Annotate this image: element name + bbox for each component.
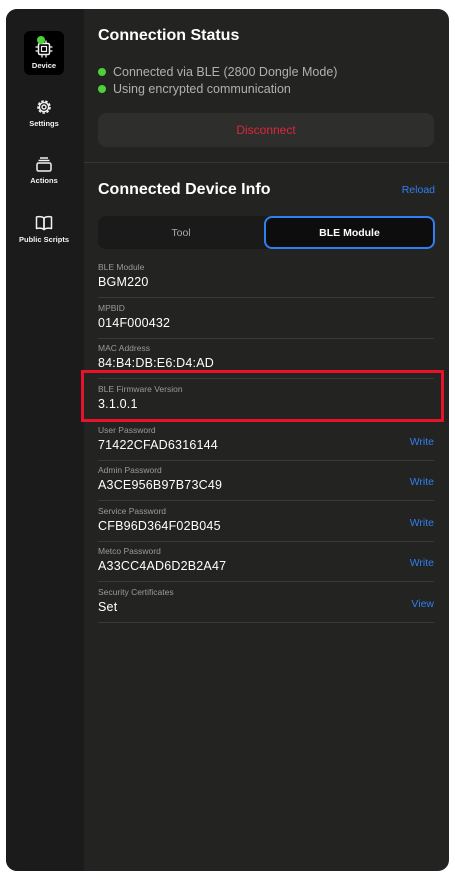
field-value: BGM220 [98, 275, 149, 289]
write-button[interactable]: Write [410, 476, 434, 488]
sidebar-item-label: Actions [30, 176, 58, 185]
field-service-password: Service Password CFB96D364F02B045 Write [98, 506, 434, 546]
status-text: Connected via BLE (2800 Dongle Mode) [113, 65, 338, 79]
reload-button[interactable]: Reload [402, 184, 435, 196]
status-line-ble: Connected via BLE (2800 Dongle Mode) [98, 65, 337, 79]
field-value: A33CC4AD6D2B2A47 [98, 559, 227, 573]
field-value: CFB96D364F02B045 [98, 519, 221, 533]
field-user-password: User Password 71422CFAD6316144 Write [98, 425, 434, 465]
field-metco-password: Metco Password A33CC4AD6D2B2A47 Write [98, 546, 434, 586]
status-text: Using encrypted communication [113, 82, 291, 96]
segmented-control: Tool BLE Module [98, 216, 435, 249]
field-divider [98, 622, 434, 623]
gear-icon [34, 97, 54, 117]
stack-icon [34, 154, 54, 174]
device-info-title: Connected Device Info [98, 181, 271, 198]
write-button[interactable]: Write [410, 517, 434, 529]
view-button[interactable]: View [411, 598, 434, 610]
sidebar-item-actions[interactable]: Actions [24, 146, 64, 190]
field-value: 014F000432 [98, 316, 171, 330]
book-icon [34, 213, 54, 233]
field-label: Service Password [98, 506, 167, 516]
chip-icon [34, 36, 54, 59]
field-label: BLE Module [98, 262, 145, 272]
field-ble-module: BLE Module BGM220 [98, 262, 434, 302]
sidebar-item-settings[interactable]: Settings [24, 89, 64, 133]
field-divider [98, 581, 434, 582]
field-value: 84:B4:DB:E6:D4:AD [98, 356, 214, 370]
highlight-box [81, 370, 444, 422]
app-window: Device Settings Actions Public Scripts C… [6, 9, 449, 871]
field-divider [98, 460, 434, 461]
connection-status-title: Connection Status [98, 27, 240, 44]
sidebar-item-device[interactable]: Device [24, 31, 64, 75]
tab-ble-module[interactable]: BLE Module [264, 216, 435, 249]
field-label: Metco Password [98, 546, 161, 556]
sidebar-item-label: Device [31, 61, 57, 70]
field-label: MPBID [98, 303, 125, 313]
field-label: MAC Address [98, 343, 150, 353]
main-content: Connection Status Connected via BLE (280… [84, 9, 449, 871]
field-divider [98, 500, 434, 501]
field-divider [98, 541, 434, 542]
field-value: 71422CFAD6316144 [98, 438, 218, 452]
status-ok-icon [98, 85, 106, 93]
status-line-encryption: Using encrypted communication [98, 82, 291, 96]
sidebar: Device Settings Actions Public Scripts [6, 9, 84, 871]
field-value: Set [98, 600, 118, 614]
status-ok-icon [98, 68, 106, 76]
tab-tool[interactable]: Tool [98, 216, 264, 249]
field-label: User Password [98, 425, 156, 435]
field-label: Security Certificates [98, 587, 174, 597]
field-mpbid: MPBID 014F000432 [98, 303, 434, 343]
disconnect-button[interactable]: Disconnect [98, 113, 434, 147]
sidebar-item-public-scripts[interactable]: Public Scripts [19, 205, 69, 249]
field-divider [98, 297, 434, 298]
sidebar-item-label: Public Scripts [19, 235, 70, 244]
write-button[interactable]: Write [410, 436, 434, 448]
write-button[interactable]: Write [410, 557, 434, 569]
sidebar-item-label: Settings [29, 119, 59, 128]
connected-indicator [37, 36, 45, 44]
field-security-certificates: Security Certificates Set View [98, 587, 434, 627]
field-label: Admin Password [98, 465, 162, 475]
field-admin-password: Admin Password A3CE956B97B73C49 Write [98, 465, 434, 505]
field-value: A3CE956B97B73C49 [98, 478, 223, 492]
section-divider [84, 162, 449, 163]
field-divider [98, 338, 434, 339]
